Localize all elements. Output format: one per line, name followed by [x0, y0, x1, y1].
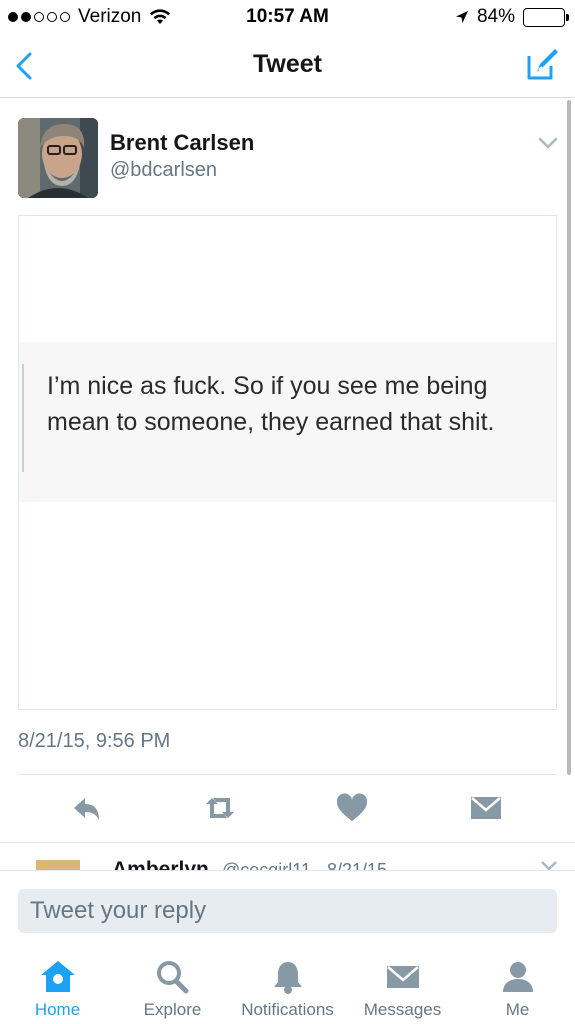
author-name[interactable]: Brent Carlsen — [110, 130, 254, 156]
tab-messages[interactable]: Messages — [345, 958, 460, 1022]
page-title: Tweet — [253, 50, 322, 78]
avatar-photo — [18, 118, 98, 198]
quoted-text-image: I’m nice as fuck. So if you see me being… — [19, 342, 556, 502]
tweet-image[interactable]: I’m nice as fuck. So if you see me being… — [18, 215, 557, 710]
tweet-actions — [0, 788, 575, 832]
retweet-icon[interactable] — [200, 788, 240, 828]
battery-percent: 84% — [476, 6, 515, 27]
tab-bar: Home Explore Notifications Messages Me — [0, 950, 575, 1024]
tab-explore[interactable]: Explore — [115, 958, 230, 1022]
scrollbar[interactable] — [567, 100, 571, 775]
tab-home[interactable]: Home — [0, 958, 115, 1022]
bell-icon — [273, 962, 302, 994]
direct-message-icon[interactable] — [466, 788, 506, 828]
reply-icon[interactable] — [66, 788, 106, 828]
reply-composer — [0, 870, 575, 950]
battery-icon — [523, 7, 569, 27]
tab-label: Messages — [363, 1000, 442, 1019]
reply-input[interactable] — [18, 889, 557, 933]
quote-bar — [22, 364, 24, 472]
image-text: I’m nice as fuck. So if you see me being… — [47, 372, 495, 436]
tab-label: Me — [505, 1000, 530, 1019]
location-arrow-icon — [455, 11, 468, 23]
compose-icon[interactable] — [525, 46, 561, 82]
status-right: 84% — [455, 6, 569, 28]
chevron-down-icon[interactable] — [537, 136, 559, 150]
tweet-timestamp: 8/21/15, 9:56 PM — [18, 730, 171, 752]
divider — [18, 774, 557, 775]
divider — [0, 842, 575, 843]
person-icon — [502, 962, 533, 992]
tab-label: Home — [34, 1000, 81, 1019]
avatar[interactable] — [18, 118, 98, 198]
home-icon — [40, 961, 75, 992]
search-icon — [156, 961, 188, 994]
envelope-icon — [386, 966, 419, 988]
author-handle[interactable]: @bdcarlsen — [110, 159, 217, 182]
tab-label: Notifications — [241, 1000, 334, 1019]
tab-notifications[interactable]: Notifications — [230, 958, 345, 1022]
tab-me[interactable]: Me — [460, 958, 575, 1022]
heart-icon[interactable] — [332, 788, 372, 828]
tab-label: Explore — [143, 1000, 202, 1019]
nav-bar: Tweet — [0, 34, 575, 98]
status-bar: Verizon 10:57 AM 84% — [0, 0, 575, 34]
